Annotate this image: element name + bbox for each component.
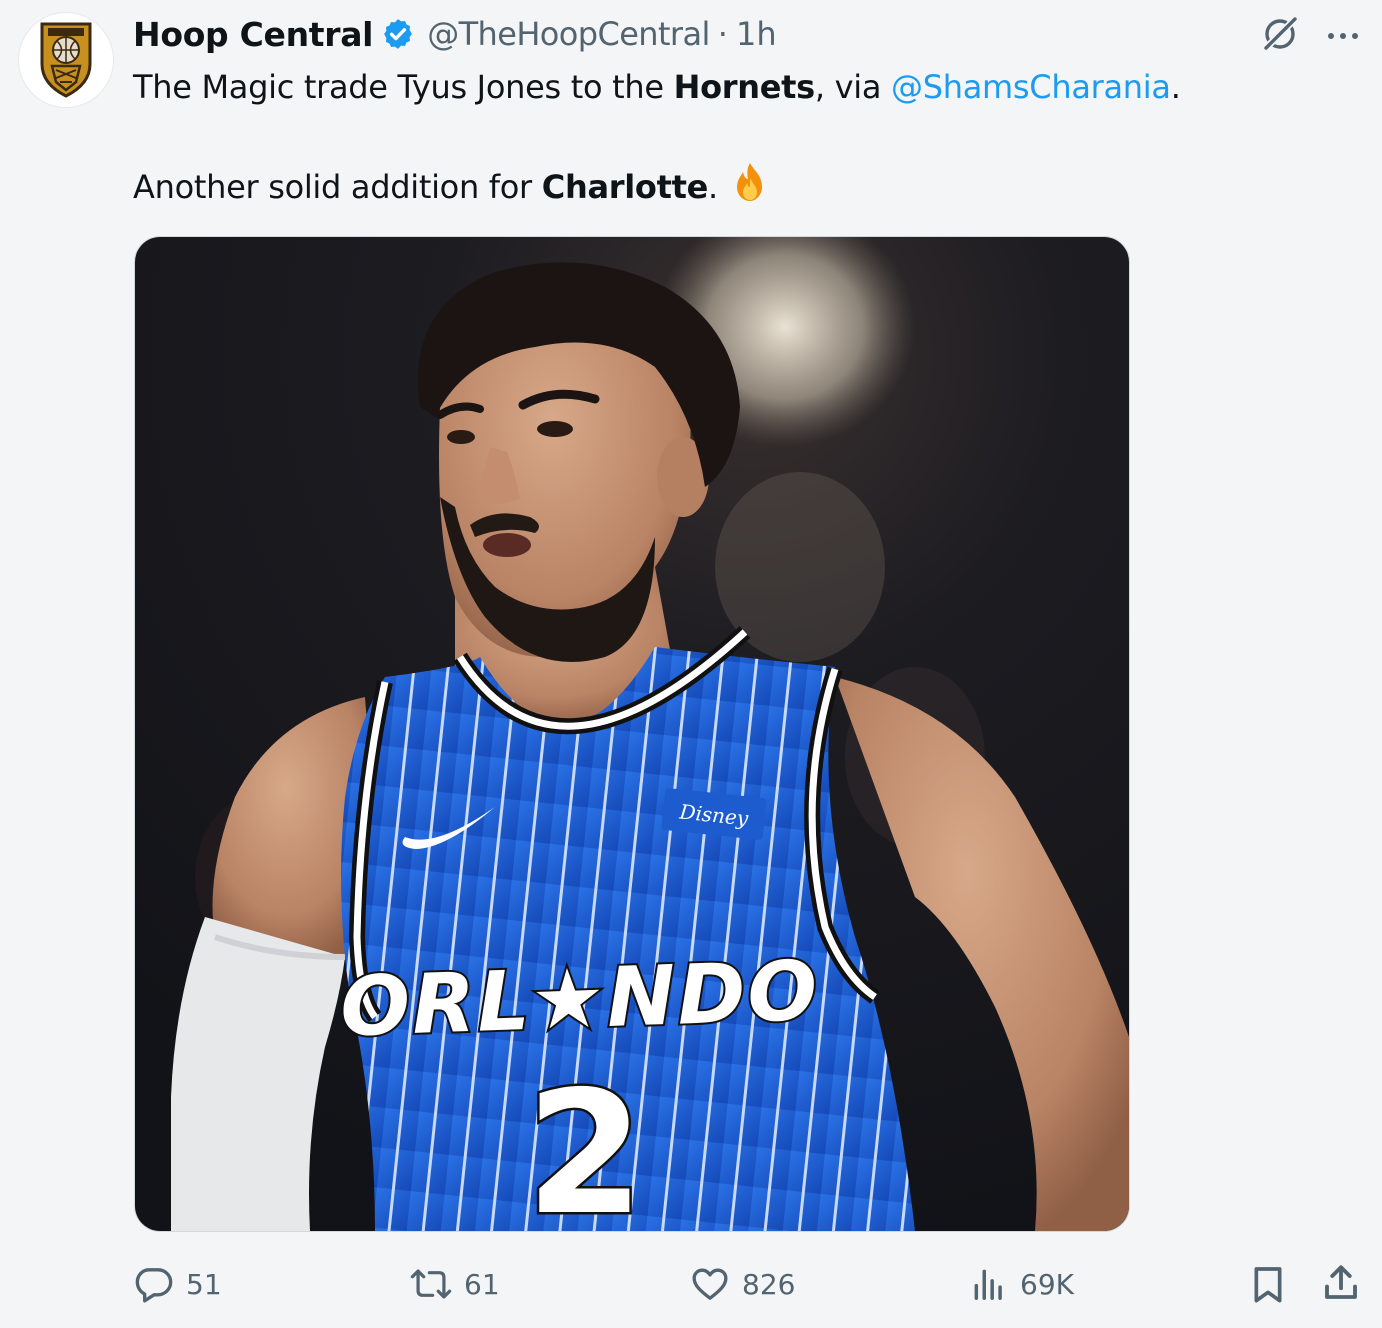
mention-link[interactable]: @ShamsCharania <box>891 68 1171 106</box>
views-count: 69K <box>1020 1267 1074 1301</box>
like-button[interactable]: 826 <box>690 1264 795 1304</box>
text-segment: . <box>707 168 728 206</box>
tweet-card[interactable]: Hoop Central @TheHoopCentral · 1h The Ma… <box>0 0 1382 1328</box>
tweet-line-1: The Magic trade Tyus Jones to the Hornet… <box>133 64 1333 110</box>
share-button[interactable] <box>1320 1262 1362 1304</box>
bookmark-icon <box>1254 1267 1282 1303</box>
top-actions <box>1260 14 1360 58</box>
tweet-header: Hoop Central @TheHoopCentral · 1h <box>133 14 777 54</box>
reply-button[interactable]: 51 <box>134 1264 222 1304</box>
logo-icon <box>40 22 92 98</box>
reply-count: 51 <box>186 1267 222 1301</box>
team-name: Hornets <box>673 68 816 106</box>
tweet-media-image[interactable]: Disney ORL★NDO 2 <box>134 236 1130 1232</box>
repost-count: 61 <box>464 1267 500 1301</box>
author-name[interactable]: Hoop Central <box>133 15 374 54</box>
bookmark-button[interactable] <box>1248 1264 1288 1304</box>
post-time[interactable]: 1h <box>736 15 777 53</box>
views-icon <box>974 1269 1002 1300</box>
action-bar: 51 61 826 69K <box>0 1258 1382 1314</box>
avatar[interactable] <box>18 12 114 108</box>
text-segment: The Magic trade Tyus Jones to the <box>133 68 674 106</box>
text-segment: Another solid addition for <box>133 168 542 206</box>
city-name: Charlotte <box>541 168 709 206</box>
like-icon <box>692 1268 728 1300</box>
text-segment: . <box>1170 68 1181 106</box>
jersey-number: 2 <box>526 1055 644 1231</box>
author-handle[interactable]: @TheHoopCentral <box>427 15 710 53</box>
like-count: 826 <box>742 1267 796 1301</box>
player-photo: Disney ORL★NDO 2 <box>135 237 1129 1231</box>
tweet-line-2: Another solid addition for Charlotte. <box>133 160 1333 216</box>
separator-dot: · <box>717 15 728 53</box>
grok-icon[interactable] <box>1260 14 1300 58</box>
repost-icon <box>410 1269 452 1299</box>
repost-button[interactable]: 61 <box>410 1264 500 1304</box>
fire-emoji-icon <box>728 160 772 216</box>
text-segment: , via <box>814 68 892 106</box>
jersey-team-text: ORL★NDO <box>339 944 821 1056</box>
tweet-text: The Magic trade Tyus Jones to the Hornet… <box>133 64 1333 216</box>
share-icon <box>1325 1265 1357 1299</box>
verified-icon[interactable] <box>381 17 415 51</box>
more-icon[interactable] <box>1326 27 1360 46</box>
views-button[interactable]: 69K <box>970 1264 1074 1304</box>
reply-icon <box>135 1268 173 1303</box>
